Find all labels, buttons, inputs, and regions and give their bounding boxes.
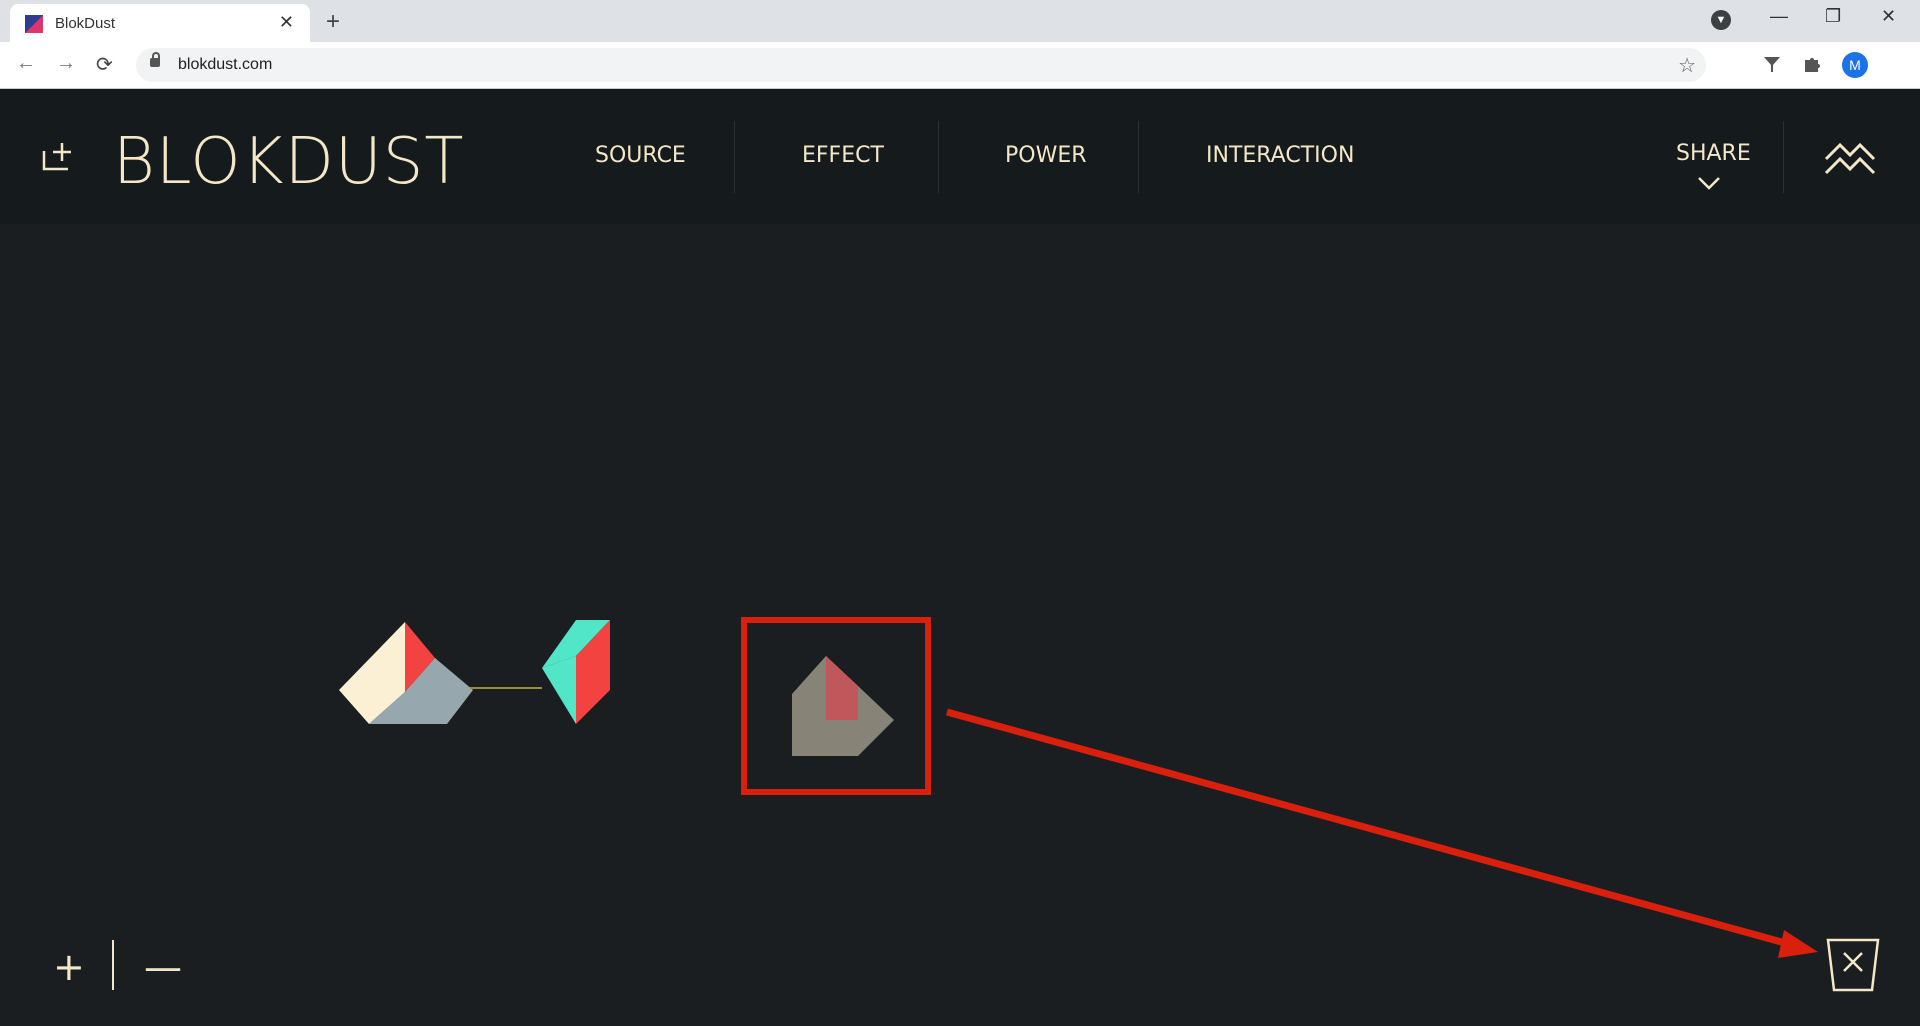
share-button[interactable]: SHARE: [1676, 141, 1751, 166]
app-logo: BLOKDUST: [113, 125, 465, 199]
blok-canvas[interactable]: [0, 224, 1920, 1026]
tab-search-icon[interactable]: ▼: [1711, 10, 1731, 30]
lock-icon[interactable]: [150, 52, 160, 67]
menu-divider: [1783, 121, 1784, 193]
reload-button[interactable]: ⟳: [96, 52, 113, 77]
forward-button[interactable]: →: [56, 52, 76, 75]
menu-effect[interactable]: EFFECT: [802, 143, 884, 168]
url-text[interactable]: blokdust.com: [178, 56, 272, 74]
share-chevron-icon[interactable]: [1697, 175, 1721, 191]
zoom-in-button[interactable]: +: [53, 945, 85, 989]
wave-settings-icon[interactable]: [1824, 137, 1876, 179]
browser-tab-strip: BlokDust ✕ + ▼ — ❐ ✕: [0, 0, 1920, 42]
browser-toolbar: ← → ⟳ blokdust.com ☆ ⋮: [0, 42, 1920, 116]
menu-interaction[interactable]: INTERACTION: [1206, 143, 1354, 168]
blokdust-favicon-icon: [25, 15, 43, 33]
connection-line: [470, 687, 542, 689]
app-header: BLOKDUST SOURCE EFFECT POWER INTERACTION…: [0, 89, 1920, 224]
puzzle-icon[interactable]: [1802, 54, 1822, 80]
menu-source[interactable]: SOURCE: [595, 143, 686, 168]
add-blok-icon[interactable]: [40, 139, 76, 175]
restore-button[interactable]: ❐: [1825, 6, 1841, 27]
star-icon[interactable]: ☆: [1678, 53, 1696, 78]
new-tab-button[interactable]: +: [326, 8, 340, 36]
zoom-divider: [112, 940, 114, 990]
trash-icon[interactable]: [1826, 938, 1880, 992]
menu-divider: [1138, 121, 1139, 193]
minimize-button[interactable]: —: [1770, 6, 1788, 27]
profile-avatar[interactable]: M: [1842, 52, 1868, 78]
source-blok[interactable]: [335, 618, 475, 726]
browser-tab[interactable]: BlokDust ✕: [10, 4, 310, 42]
menu-divider: [938, 121, 939, 193]
extensions-icon[interactable]: [1762, 54, 1782, 80]
zoom-out-button[interactable]: —: [144, 945, 182, 989]
annotation-highlight-box: [741, 617, 931, 795]
tab-title: BlokDust: [55, 15, 116, 32]
menu-divider: [734, 121, 735, 193]
window-close-button[interactable]: ✕: [1881, 6, 1896, 27]
address-bar[interactable]: blokdust.com ☆: [136, 48, 1706, 82]
back-button[interactable]: ←: [16, 52, 36, 75]
menu-power[interactable]: POWER: [1005, 143, 1087, 168]
effect-blok[interactable]: [540, 620, 612, 724]
tab-close-icon[interactable]: ✕: [279, 12, 294, 33]
